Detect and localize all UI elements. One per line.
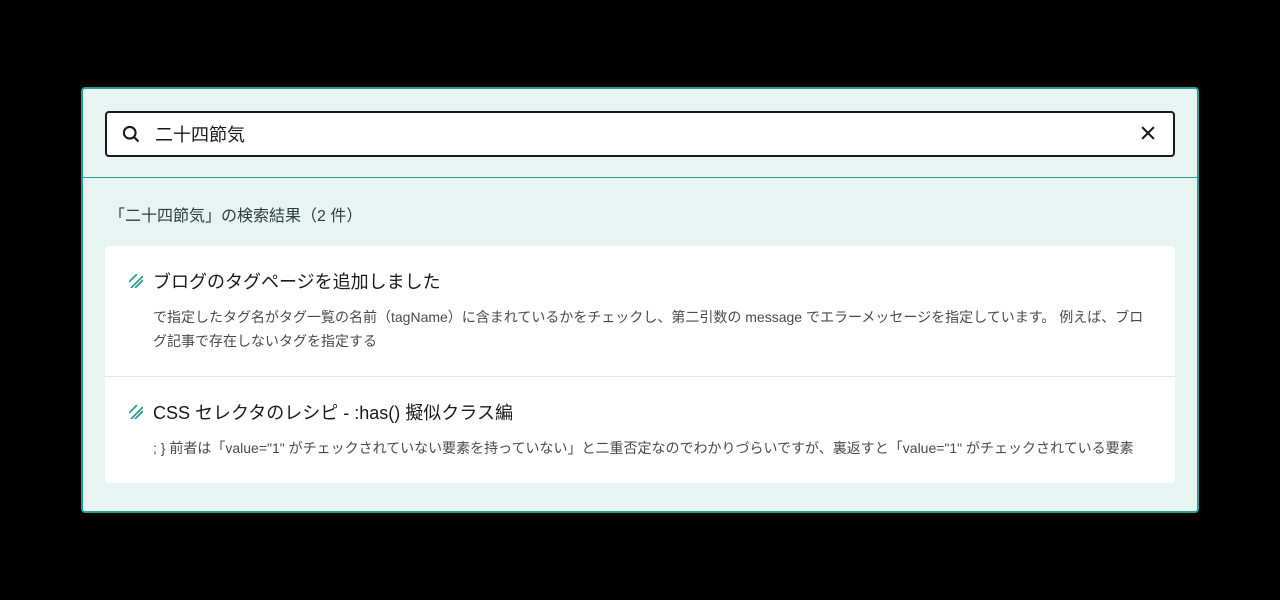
clear-button[interactable]: [1137, 123, 1159, 145]
close-icon: [1138, 123, 1158, 146]
search-icon: [121, 124, 141, 144]
result-title-row: CSS セレクタのレシピ - :has() 擬似クラス編: [129, 399, 1151, 425]
result-snippet: ; } 前者は「value="1" がチェックされていない要素を持っていない」と…: [129, 437, 1151, 461]
hatch-icon: [129, 405, 143, 419]
result-title: ブログのタグページを追加しました: [153, 268, 441, 294]
hatch-icon: [129, 274, 143, 288]
search-input[interactable]: [155, 124, 1123, 145]
result-title: CSS セレクタのレシピ - :has() 擬似クラス編: [153, 399, 513, 425]
result-item[interactable]: ブログのタグページを追加しました で指定したタグ名がタグ一覧の名前（tagNam…: [105, 246, 1175, 377]
search-header: [83, 89, 1197, 177]
result-snippet: で指定したタグ名がタグ一覧の名前（tagName）に含まれているかをチェックし、…: [129, 306, 1151, 354]
result-item[interactable]: CSS セレクタのレシピ - :has() 擬似クラス編 ; } 前者は「val…: [105, 377, 1175, 483]
results-heading: 「二十四節気」の検索結果（2 件）: [105, 202, 1175, 226]
result-title-row: ブログのタグページを追加しました: [129, 268, 1151, 294]
search-panel: 「二十四節気」の検索結果（2 件） ブログのタグページを追加しました で指定した…: [81, 87, 1199, 512]
results-section: 「二十四節気」の検索結果（2 件） ブログのタグページを追加しました で指定した…: [83, 178, 1197, 510]
results-list: ブログのタグページを追加しました で指定したタグ名がタグ一覧の名前（tagNam…: [105, 246, 1175, 482]
search-input-wrapper: [105, 111, 1175, 157]
